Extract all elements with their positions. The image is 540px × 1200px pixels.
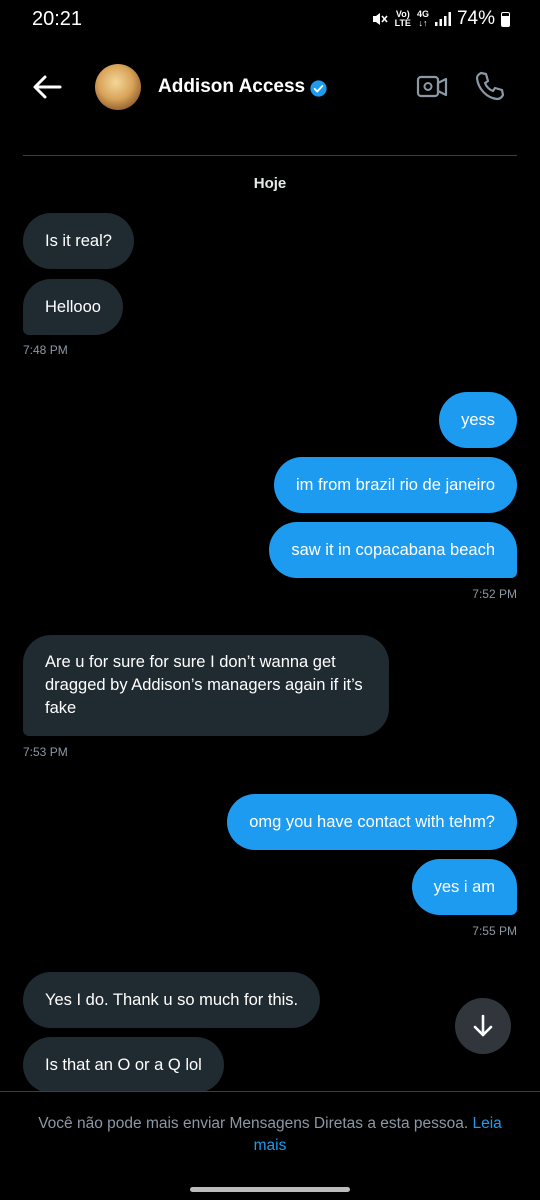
volte-indicator: Vo) LTE bbox=[394, 9, 411, 28]
message-timestamp: 7:48 PM bbox=[23, 343, 68, 357]
message-incoming[interactable]: Yes I do. Thank u so much for this. bbox=[23, 972, 321, 1028]
message-outgoing[interactable]: saw it in copacabana beach bbox=[269, 522, 517, 578]
mute-icon bbox=[372, 13, 388, 25]
message-incoming[interactable]: Is that an O or a Q lol bbox=[23, 1037, 224, 1093]
battery-percent: 74% bbox=[456, 8, 495, 29]
dm-restricted-notice: Você não pode mais enviar Mensagens Dire… bbox=[30, 1113, 510, 1157]
arrow-down-icon bbox=[473, 1014, 493, 1037]
signal-icon bbox=[434, 12, 451, 26]
video-call-icon[interactable] bbox=[416, 72, 448, 102]
message-timestamp: 7:53 PM bbox=[23, 745, 68, 759]
header-divider bbox=[23, 155, 517, 156]
message-timestamp: 7:55 PM bbox=[472, 924, 517, 938]
message-outgoing[interactable]: omg you have contact with tehm? bbox=[227, 794, 517, 850]
data-indicator: 4G ↓↑ bbox=[416, 9, 429, 28]
status-time: 20:21 bbox=[32, 8, 83, 30]
verified-badge-icon bbox=[310, 80, 327, 97]
home-indicator[interactable] bbox=[190, 1187, 350, 1192]
contact-name[interactable]: Addison Access bbox=[158, 76, 305, 98]
message-outgoing[interactable]: yess bbox=[439, 392, 517, 448]
message-outgoing[interactable]: yes i am bbox=[411, 859, 517, 915]
day-separator: Hoje bbox=[253, 175, 287, 192]
message-incoming[interactable]: Are u for sure for sure I don’t wanna ge… bbox=[23, 635, 389, 736]
scroll-to-bottom-button[interactable] bbox=[455, 998, 511, 1054]
message-outgoing[interactable]: im from brazil rio de janeiro bbox=[274, 457, 517, 513]
phone-call-icon[interactable] bbox=[474, 70, 506, 102]
avatar[interactable] bbox=[95, 64, 141, 110]
notice-text: Você não pode mais enviar Mensagens Dire… bbox=[38, 1115, 469, 1132]
status-icons: Vo) LTE 4G ↓↑ 74% bbox=[371, 8, 510, 30]
message-incoming[interactable]: Hellooo bbox=[23, 279, 123, 335]
footer-divider bbox=[0, 1091, 540, 1092]
message-timestamp: 7:52 PM bbox=[472, 587, 517, 601]
back-arrow-icon[interactable] bbox=[30, 70, 64, 104]
message-incoming[interactable]: Is it real? bbox=[23, 213, 134, 269]
battery-icon bbox=[501, 11, 510, 27]
